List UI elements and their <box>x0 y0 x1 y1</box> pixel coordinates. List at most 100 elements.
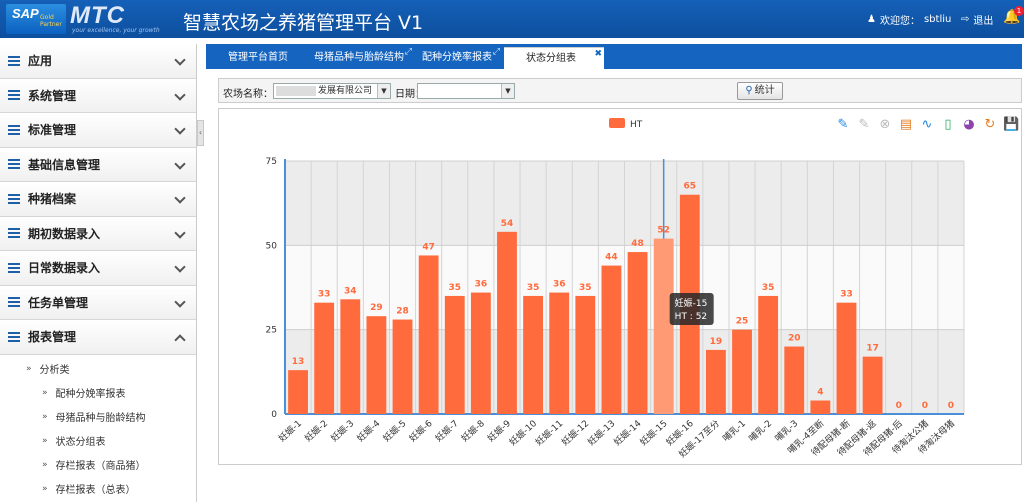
clear-icon[interactable]: ⊗ <box>877 117 893 133</box>
save-icon[interactable]: 💾 <box>1003 117 1019 133</box>
chart-bar <box>705 349 726 414</box>
chevron-down-icon <box>174 54 186 66</box>
data-view-icon[interactable]: ▤ <box>898 117 914 133</box>
sidebar-item[interactable]: 标准管理 <box>0 113 196 148</box>
y-tick-label: 0 <box>271 410 277 420</box>
sidebar-item[interactable]: 系统管理 <box>0 78 196 113</box>
list-icon <box>8 159 20 170</box>
chart-bar <box>601 265 622 414</box>
sidebar-item-label: 基础信息管理 <box>28 157 101 172</box>
submenu-item[interactable]: » 配种分娩率报表 <box>0 381 196 405</box>
submenu-item[interactable]: » 母猪品种与胎龄结构 <box>0 405 196 429</box>
chart-bar <box>444 295 465 414</box>
tab-label: 配种分娩率报表 <box>422 52 492 63</box>
tab-close-icon[interactable]: ✖ <box>594 43 602 65</box>
list-icon <box>8 193 20 204</box>
bar-data-label: 25 <box>736 317 749 327</box>
double-chevron-icon: » <box>42 435 48 446</box>
chevron-down-icon <box>174 123 186 135</box>
chart-bar <box>288 370 308 414</box>
tab-status-group[interactable]: 状态分组表 ✖ <box>504 47 604 69</box>
tab-home[interactable]: 管理平台首页 <box>218 47 298 69</box>
submenu-group[interactable]: » 分析类 <box>0 357 196 381</box>
x-tick-label: 哺乳-2 <box>746 417 774 444</box>
submenu-item-label: 状态分组表 <box>55 437 106 448</box>
mtc-tagline: your excellence, your growth <box>72 27 160 34</box>
tooltip-value: HT : 52 <box>675 312 707 322</box>
sidebar-item-label: 日常数据录入 <box>28 261 101 276</box>
legend-label: HT <box>630 120 643 130</box>
tab-close-icon[interactable]: ⤢ <box>405 41 412 63</box>
sidebar-item[interactable]: 报表管理 <box>0 320 196 355</box>
sidebar-item-label: 报表管理 <box>28 330 77 345</box>
bar-data-label: 19 <box>710 337 723 347</box>
logout-button[interactable]: ⇨ 退出 <box>961 12 993 27</box>
pie-chart-icon[interactable]: ◕ <box>961 117 977 133</box>
bar-chart-icon[interactable]: ▯ <box>940 117 956 133</box>
sidebar-item[interactable]: 期初数据录入 <box>0 216 196 251</box>
tab-label: 母猪品种与胎龄结构 <box>314 52 404 63</box>
sidebar-item[interactable]: 任务单管理 <box>0 285 196 320</box>
sidebar-item[interactable]: 种猪档案 <box>0 182 196 217</box>
bar-data-label: 35 <box>527 283 540 293</box>
submenu-item[interactable]: » 状态分组表 <box>0 429 196 453</box>
chart-bar <box>758 295 779 414</box>
sidebar-item[interactable]: 应用 <box>0 44 196 79</box>
bar-data-label: 33 <box>840 290 853 300</box>
farm-name-redacted <box>276 85 316 96</box>
chevron-down-icon <box>174 192 186 204</box>
submenu-item[interactable]: » 存栏报表（总表） <box>0 477 196 501</box>
user-info: ♟ 欢迎您： sbtliu <box>867 12 951 27</box>
chevron-down-icon: ▼ <box>377 84 390 98</box>
farm-select[interactable]: 发展有限公司 ▼ <box>273 83 391 99</box>
farm-label: 农场名称： <box>223 89 273 100</box>
chart-bar <box>418 255 439 414</box>
y-tick-label: 25 <box>266 326 277 336</box>
bar-data-label: 35 <box>762 283 775 293</box>
tab-close-icon[interactable]: ⤢ <box>493 41 500 63</box>
tab-label: 状态分组表 <box>526 53 576 64</box>
logout-label: 退出 <box>973 16 994 27</box>
bar-data-label: 36 <box>553 280 566 290</box>
sidebar: 应用 系统管理 标准管理基础信息管理种猪档案 期初数据录入日常数据录入任务单管理报表管… <box>0 44 197 502</box>
submenu-item[interactable]: » 存栏报表（商品猪） <box>0 453 196 477</box>
pencil-icon[interactable]: ✎ <box>835 117 851 133</box>
list-icon <box>8 228 20 239</box>
tooltip-category: 妊娠-15 <box>675 297 708 309</box>
chart-bar <box>366 316 387 414</box>
bar-data-label: 48 <box>631 239 644 249</box>
chevron-down-icon <box>174 157 186 170</box>
bar-data-label: 13 <box>292 357 305 367</box>
chart-toolbox: ✎ ✎ ⊗ ▤ ∿ ▯ ◕ ↻ 💾 <box>835 117 1020 133</box>
list-icon <box>8 90 20 101</box>
x-tick-label: 哺乳-1 <box>720 417 748 444</box>
x-tick-label: 妊娠-5 <box>380 417 408 444</box>
submenu-group-label: 分析类 <box>39 365 70 376</box>
tab-label: 管理平台首页 <box>228 52 288 63</box>
chart-bar <box>810 400 831 414</box>
chevron-down-icon: ▼ <box>501 84 514 98</box>
date-select[interactable]: ▼ <box>417 83 515 99</box>
filter-bar: 农场名称： 发展有限公司 ▼ 日期： ▼ ⚲ 统计 <box>218 78 1022 103</box>
chart-bar <box>314 302 335 414</box>
tab-sow-structure[interactable]: 母猪品种与胎龄结构 ⤢ <box>304 47 414 69</box>
refresh-icon[interactable]: ↻ <box>982 117 998 133</box>
sidebar-item[interactable]: 基础信息管理 <box>0 147 196 182</box>
tab-breeding-rate[interactable]: 配种分娩率报表 ⤢ <box>412 47 502 69</box>
submenu-item-label: 母猪品种与胎龄结构 <box>55 413 146 424</box>
chevron-down-icon <box>174 295 186 308</box>
double-chevron-icon: » <box>42 483 48 494</box>
x-tick-label: 妊娠-14 <box>611 417 644 448</box>
chart-bar <box>732 329 752 414</box>
sidebar-collapse-handle[interactable]: ‹ <box>197 120 204 146</box>
eraser-icon[interactable]: ✎ <box>856 117 872 133</box>
bar-data-label: 35 <box>579 283 592 293</box>
line-chart-icon[interactable]: ∿ <box>919 117 935 133</box>
x-tick-label: 妊娠-3 <box>328 417 356 444</box>
double-chevron-icon: » <box>42 459 48 470</box>
stat-button[interactable]: ⚲ 统计 <box>737 82 783 100</box>
chart-bar <box>523 295 544 414</box>
sidebar-item[interactable]: 日常数据录入 <box>0 251 196 286</box>
x-tick-label: 妊娠-7 <box>433 417 461 444</box>
list-icon <box>8 262 20 273</box>
